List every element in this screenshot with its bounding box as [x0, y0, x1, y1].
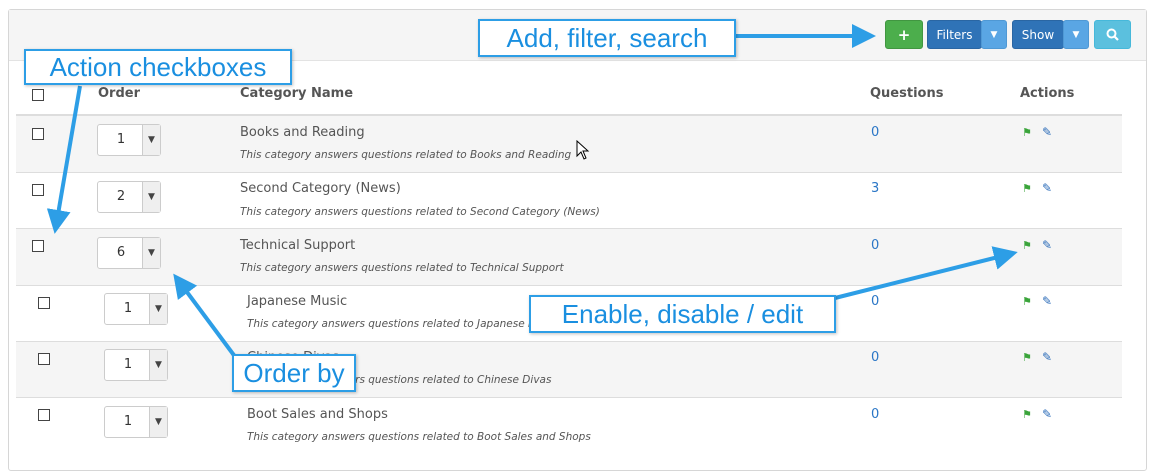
order-value: 1 — [116, 132, 126, 147]
chevron-down-icon: ▼ — [149, 294, 167, 324]
flag-icon[interactable]: ⚑ — [1022, 351, 1032, 364]
questions-column-header[interactable]: Questions — [870, 86, 943, 101]
show-button-label: Show — [1021, 27, 1055, 42]
filters-button[interactable]: Filters — [927, 20, 982, 49]
table-row — [16, 341, 1122, 397]
order-value: 1 — [123, 414, 133, 429]
pencil-icon[interactable]: ✎ — [1042, 407, 1052, 421]
add-button[interactable]: + — [885, 20, 923, 49]
order-select[interactable]: 1 ▼ — [104, 293, 168, 325]
flag-icon[interactable]: ⚑ — [1022, 126, 1032, 139]
row-checkbox[interactable] — [38, 409, 50, 421]
flag-icon[interactable]: ⚑ — [1022, 408, 1032, 421]
pencil-icon[interactable]: ✎ — [1042, 350, 1052, 364]
order-value: 6 — [116, 245, 126, 260]
chevron-down-icon: ▼ — [149, 350, 167, 380]
search-icon — [1106, 28, 1119, 41]
show-button[interactable]: Show — [1012, 20, 1064, 49]
row-checkbox[interactable] — [38, 353, 50, 365]
question-count-link[interactable]: 0 — [871, 294, 879, 309]
callout-action-checkboxes: Action checkboxes — [24, 49, 292, 85]
question-count-link[interactable]: 0 — [871, 125, 879, 140]
flag-icon[interactable]: ⚑ — [1022, 295, 1032, 308]
order-column-header[interactable]: Order — [98, 86, 140, 101]
order-select[interactable]: 1 ▼ — [104, 349, 168, 381]
actions-column-header: Actions — [1020, 86, 1075, 101]
table-row — [16, 228, 1122, 285]
filters-button-label: Filters — [936, 27, 973, 42]
category-description: This category answers questions related … — [247, 318, 558, 330]
callout-order-by: Order by — [232, 354, 356, 392]
caret-down-icon: ▼ — [1072, 29, 1080, 40]
flag-icon[interactable]: ⚑ — [1022, 239, 1032, 252]
plus-icon: + — [897, 25, 911, 44]
callout-add-filter-search: Add, filter, search — [478, 19, 736, 57]
category-name-column-header[interactable]: Category Name — [240, 86, 353, 101]
chevron-down-icon: ▼ — [149, 407, 167, 437]
question-count-link[interactable]: 3 — [871, 181, 879, 196]
show-caret-button[interactable]: ▼ — [1063, 20, 1089, 49]
table-row — [16, 115, 1122, 172]
order-value: 1 — [123, 357, 133, 372]
row-checkbox[interactable] — [32, 240, 44, 252]
mouse-cursor-icon — [576, 140, 590, 160]
chevron-down-icon: ▼ — [142, 238, 160, 268]
order-select[interactable]: 6 ▼ — [97, 237, 161, 269]
callout-enable-disable-edit: Enable, disable / edit — [529, 295, 836, 333]
category-description: This category answers questions related … — [240, 206, 600, 218]
chevron-down-icon: ▼ — [142, 125, 160, 155]
caret-down-icon: ▼ — [990, 29, 998, 40]
search-button[interactable] — [1094, 20, 1131, 49]
row-checkbox[interactable] — [38, 297, 50, 309]
pencil-icon[interactable]: ✎ — [1042, 294, 1052, 308]
row-checkbox[interactable] — [32, 128, 44, 140]
row-checkbox[interactable] — [32, 184, 44, 196]
category-description: This category answers questions related … — [240, 149, 572, 161]
order-value: 1 — [123, 301, 133, 316]
select-all-checkbox[interactable] — [32, 89, 44, 101]
category-name: Technical Support — [240, 238, 356, 253]
category-name: Japanese Music — [247, 294, 348, 309]
order-select[interactable]: 1 ▼ — [97, 124, 161, 156]
table-row — [16, 397, 1122, 454]
chevron-down-icon: ▼ — [142, 182, 160, 212]
pencil-icon[interactable]: ✎ — [1042, 125, 1052, 139]
category-name: Books and Reading — [240, 125, 365, 140]
pencil-icon[interactable]: ✎ — [1042, 181, 1052, 195]
order-select[interactable]: 2 ▼ — [97, 181, 161, 213]
order-value: 2 — [116, 189, 126, 204]
category-name: Second Category (News) — [240, 181, 401, 196]
question-count-link[interactable]: 0 — [871, 238, 879, 253]
order-select[interactable]: 1 ▼ — [104, 406, 168, 438]
category-description: This category answers questions related … — [247, 431, 591, 443]
category-name: Boot Sales and Shops — [247, 407, 388, 422]
question-count-link[interactable]: 0 — [871, 350, 879, 365]
category-description: This category answers questions related … — [240, 262, 564, 274]
filters-caret-button[interactable]: ▼ — [981, 20, 1007, 49]
flag-icon[interactable]: ⚑ — [1022, 182, 1032, 195]
table-row — [16, 172, 1122, 228]
question-count-link[interactable]: 0 — [871, 407, 879, 422]
pencil-icon[interactable]: ✎ — [1042, 238, 1052, 252]
